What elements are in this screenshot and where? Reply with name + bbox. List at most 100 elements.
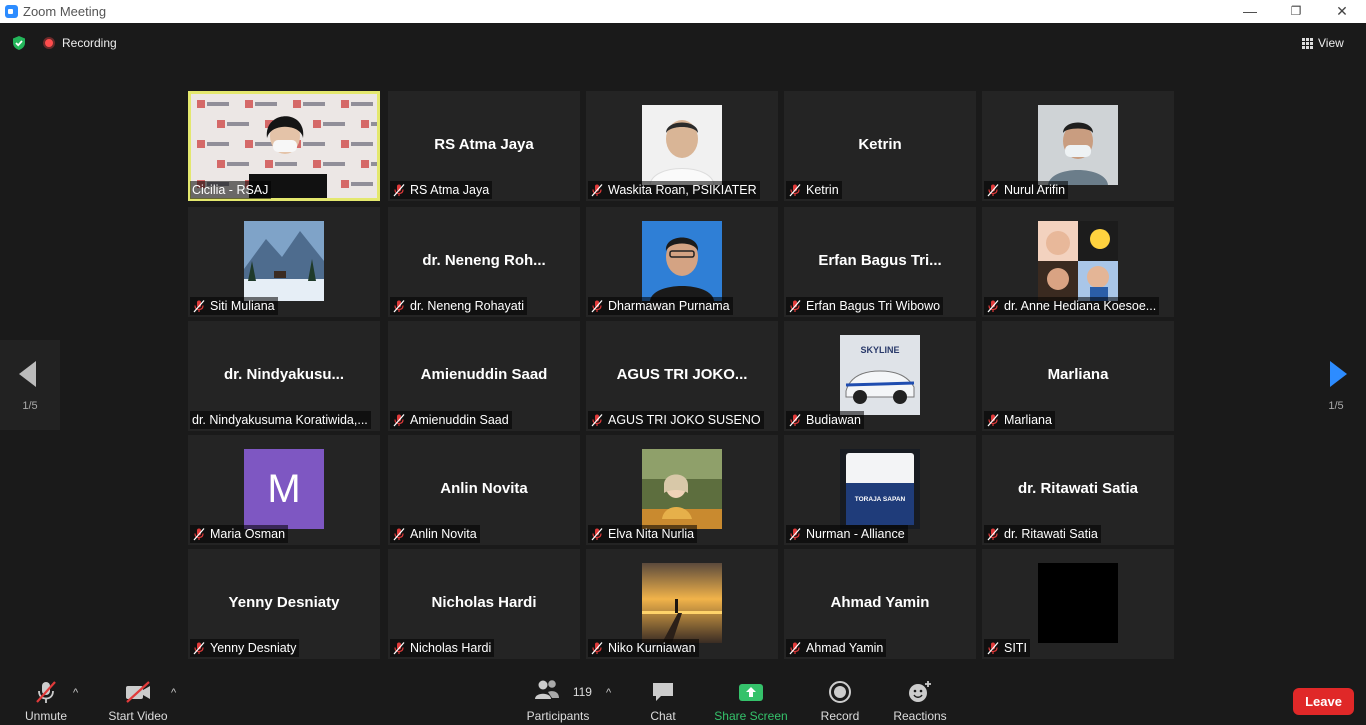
leave-button[interactable]: Leave [1293, 688, 1354, 715]
participant-name: Cicilia - RSAJ [192, 183, 269, 197]
chat-label: Chat [650, 709, 676, 723]
participant-tile[interactable]: M Maria Osman [188, 435, 380, 545]
participant-tile[interactable]: AGUS TRI JOKO... AGUS TRI JOKO SUSENO [586, 321, 778, 431]
profile-photo [642, 563, 722, 643]
mic-muted-icon [393, 414, 405, 427]
participant-tile[interactable]: Marliana Marliana [982, 321, 1174, 431]
participant-tile[interactable]: Yenny Desniaty Yenny Desniaty [188, 549, 380, 659]
share-screen-button[interactable]: Share Screen [714, 679, 788, 723]
svg-text:TORAJA SAPAN: TORAJA SAPAN [855, 496, 906, 503]
reactions-button[interactable]: Reactions [890, 679, 950, 723]
participant-tile[interactable]: Ketrin Ketrin [784, 91, 976, 201]
security-shield-icon[interactable] [11, 35, 27, 51]
unmute-button[interactable]: Unmute [20, 679, 72, 723]
participant-tile[interactable]: Anlin Novita Anlin Novita [388, 435, 580, 545]
participant-tile[interactable]: Ahmad Yamin Ahmad Yamin [784, 549, 976, 659]
participant-display-name: dr. Ritawati Satia [1017, 480, 1139, 497]
participant-name-label: dr. Neneng Rohayati [390, 297, 527, 315]
participant-display-name: Marliana [1047, 366, 1109, 383]
chat-button[interactable]: Chat [640, 679, 686, 723]
participant-tile[interactable]: SITI [982, 549, 1174, 659]
participant-name-label: Ahmad Yamin [786, 639, 887, 657]
mic-muted-icon [987, 414, 999, 427]
profile-photo [244, 221, 324, 301]
arrow-right-icon [1330, 361, 1347, 387]
video-options-caret-icon[interactable]: ^ [171, 687, 176, 699]
participant-name-label: Niko Kurniawan [588, 639, 699, 657]
recording-label: Recording [62, 36, 117, 50]
record-button[interactable]: Record [815, 679, 865, 723]
participant-display-name: Ahmad Yamin [830, 594, 930, 611]
participant-tile[interactable]: Erfan Bagus Tri... Erfan Bagus Tri Wibowo [784, 207, 976, 317]
participant-name-label: Erfan Bagus Tri Wibowo [786, 297, 944, 315]
mic-muted-icon [789, 184, 801, 197]
participant-display-name: RS Atma Jaya [434, 136, 534, 153]
audio-options-caret-icon[interactable]: ^ [73, 687, 78, 699]
participant-name: Ketrin [806, 183, 839, 197]
close-button[interactable]: ✕ [1319, 0, 1365, 23]
record-icon [829, 681, 851, 703]
participant-name-label: Amienuddin Saad [390, 411, 512, 429]
participant-name: Nurman - Alliance [806, 527, 905, 541]
participant-name-label: Ketrin [786, 181, 842, 199]
participant-name: Siti Muliana [210, 299, 275, 313]
participant-tile[interactable]: Niko Kurniawan [586, 549, 778, 659]
participant-name: dr. Nindyakusuma Koratiwida,... [192, 413, 368, 427]
participants-icon [534, 680, 559, 699]
start-video-button[interactable]: Start Video [106, 679, 170, 723]
participant-tile[interactable]: TORAJA SAPAN Nurman - Alliance [784, 435, 976, 545]
participant-tile[interactable]: Dharmawan Purnama [586, 207, 778, 317]
view-button[interactable]: View [1302, 33, 1344, 53]
meeting-toolbar: Unmute ^ Start Video ^ 119 Participants … [0, 671, 1366, 725]
participant-tile[interactable]: dr. Neneng Roh... dr. Neneng Rohayati [388, 207, 580, 317]
recording-indicator[interactable]: Recording [43, 35, 117, 51]
page-indicator-left: 1/5 [22, 400, 38, 412]
participant-name: Erfan Bagus Tri Wibowo [806, 299, 941, 313]
mic-muted-icon [591, 528, 603, 541]
mic-muted-icon [393, 184, 405, 197]
previous-page-button[interactable]: 1/5 [0, 340, 60, 430]
participant-name-label: dr. Anne Hediana Koesoe... [984, 297, 1160, 315]
participant-tile[interactable]: RS Atma Jaya RS Atma Jaya [388, 91, 580, 201]
participant-name-label: Yenny Desniaty [190, 639, 300, 657]
profile-photo [642, 221, 722, 301]
participant-name: Nurul Arifin [1004, 183, 1066, 197]
participant-tile[interactable]: Waskita Roan, PSIKIATER [586, 91, 778, 201]
participant-display-name: Ketrin [858, 136, 902, 153]
participant-tile[interactable]: Amienuddin Saad Amienuddin Saad [388, 321, 580, 431]
participant-name-label: SITI [984, 639, 1030, 657]
participant-name: AGUS TRI JOKO SUSENO [608, 413, 761, 427]
participant-name: RS Atma Jaya [410, 183, 490, 197]
participant-name-label: Elva Nita Nurlia [588, 525, 698, 543]
mic-muted-icon [987, 642, 999, 655]
participant-name-label: Nurul Arifin [984, 181, 1069, 199]
participant-tile[interactable]: Siti Muliana [188, 207, 380, 317]
title-bar: Zoom Meeting — ❐ ✕ [0, 0, 1366, 23]
participant-name-label: Waskita Roan, PSIKIATER [588, 181, 760, 199]
participant-name: Maria Osman [210, 527, 286, 541]
participant-tile[interactable]: dr. Nindyakusu... dr. Nindyakusuma Korati… [188, 321, 380, 431]
page-indicator-right: 1/5 [1328, 400, 1344, 412]
minimize-button[interactable]: — [1227, 0, 1273, 23]
participants-options-caret-icon[interactable]: ^ [606, 687, 611, 699]
participant-tile[interactable]: Nicholas Hardi Nicholas Hardi [388, 549, 580, 659]
mic-muted-icon [987, 184, 999, 197]
reactions-icon [909, 681, 931, 702]
restore-button[interactable]: ❐ [1273, 0, 1319, 23]
participant-display-name: Anlin Novita [440, 480, 528, 497]
participant-tile[interactable]: Elva Nita Nurlia [586, 435, 778, 545]
mic-muted-icon [789, 528, 801, 541]
participant-tile[interactable]: dr. Anne Hediana Koesoe... [982, 207, 1174, 317]
next-page-button[interactable]: 1/5 [1306, 340, 1366, 430]
participant-name-label: Budiawan [786, 411, 864, 429]
svg-text:SKYLINE: SKYLINE [860, 345, 899, 355]
participant-tile[interactable]: SKYLINE Budiawan [784, 321, 976, 431]
participant-tile[interactable]: Cicilia - RSAJ [188, 91, 380, 201]
mic-muted-icon [987, 300, 999, 313]
participants-button[interactable]: 119 Participants [524, 679, 592, 723]
participant-tile[interactable]: dr. Ritawati Satia dr. Ritawati Satia [982, 435, 1174, 545]
participant-name: Marliana [1004, 413, 1052, 427]
zoom-app-icon [5, 5, 18, 18]
grid-view-icon [1302, 38, 1313, 49]
participant-tile[interactable]: Nurul Arifin [982, 91, 1174, 201]
